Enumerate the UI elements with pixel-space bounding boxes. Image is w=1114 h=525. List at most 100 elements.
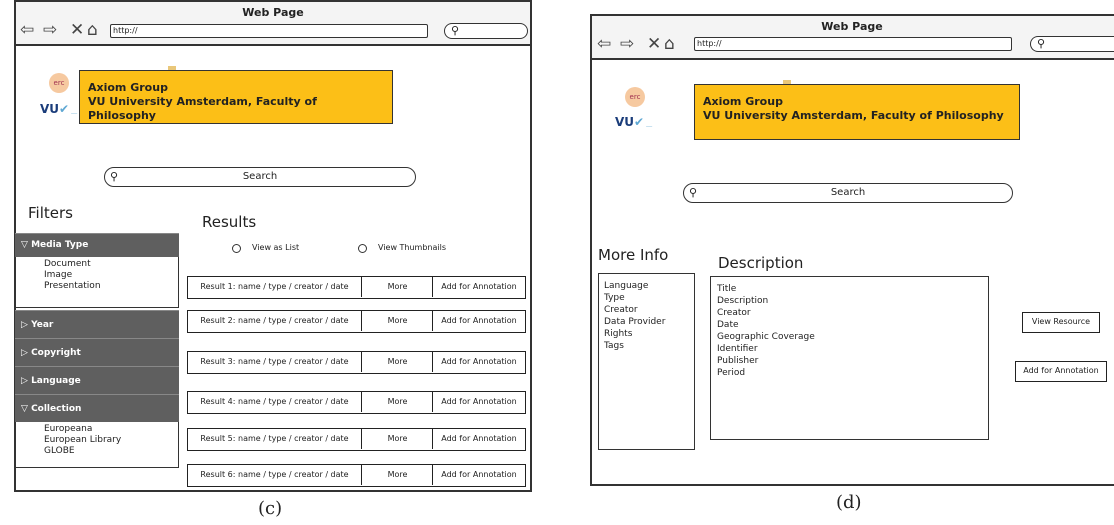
triangle-down-icon: ▽: [21, 404, 28, 414]
result-row: Result 1: name / type / creator / date Mo…: [187, 276, 526, 299]
griffin-icon: ✔: [634, 115, 645, 129]
more-info-item: Tags: [604, 341, 624, 351]
filter-language[interactable]: ▷ Language: [15, 366, 179, 394]
results-title: Results: [202, 213, 257, 231]
description-item: Identifier: [717, 344, 758, 354]
more-button[interactable]: More: [361, 311, 433, 331]
banner-line1: Axiom Group: [703, 95, 783, 108]
search-icon: ⚲: [689, 186, 698, 199]
add-for-annotation-button[interactable]: Add for Annotation: [432, 429, 525, 449]
view-list-radio[interactable]: [232, 244, 241, 253]
description-item: Period: [717, 368, 746, 378]
result-label[interactable]: Result 5: name / type / creator / date: [188, 429, 361, 449]
filters-title: Filters: [28, 204, 73, 222]
filter-media-type[interactable]: ▽ Media Type: [15, 233, 179, 257]
forward-icon[interactable]: ⇨: [43, 21, 57, 39]
search-label: Search: [830, 187, 866, 198]
forward-icon[interactable]: ⇨: [620, 35, 634, 53]
add-for-annotation-button[interactable]: Add for Annotation: [432, 311, 525, 331]
result-label[interactable]: Result 3: name / type / creator / date: [188, 352, 361, 372]
griffin-icon: ✔: [59, 102, 70, 116]
mockup-d-window-title: Web Page: [821, 20, 883, 33]
banner-line2: VU University Amsterdam, Faculty of Phil…: [703, 109, 1004, 122]
more-button[interactable]: More: [361, 465, 433, 485]
search-icon: ⚲: [1037, 37, 1046, 50]
filter-copyright[interactable]: ▷ Copyright: [15, 338, 179, 366]
more-info-item: Data Provider: [604, 317, 666, 327]
media-option[interactable]: Image: [44, 270, 178, 281]
caption-c: (c): [258, 498, 283, 519]
filter-year[interactable]: ▷ Year: [15, 310, 179, 338]
vu-logo-text: VU: [40, 102, 60, 116]
collection-option[interactable]: GLOBE: [44, 446, 178, 457]
more-button[interactable]: More: [361, 352, 433, 372]
search-icon: ⚲: [110, 170, 119, 183]
description-item: Description: [717, 296, 769, 306]
search-label: Search: [242, 171, 278, 182]
home-icon[interactable]: ⌂: [664, 35, 675, 53]
collection-options: Europeana European Library GLOBE: [15, 422, 179, 468]
erc-logo-text: erc: [629, 93, 641, 101]
description-item: Creator: [717, 308, 751, 318]
media-option[interactable]: Presentation: [44, 281, 178, 292]
description-panel: Title Description Creator Date Geographi…: [710, 276, 989, 440]
vu-logo: VU✔ ___: [40, 102, 77, 116]
more-button[interactable]: More: [361, 277, 433, 297]
result-label[interactable]: Result 2: name / type / creator / date: [188, 311, 361, 331]
collection-option[interactable]: European Library: [44, 435, 178, 446]
add-for-annotation-button[interactable]: Add for Annotation: [432, 352, 525, 372]
description-item: Date: [717, 320, 739, 330]
url-field[interactable]: http://: [110, 24, 428, 38]
back-icon[interactable]: ⇦: [597, 35, 611, 53]
result-row: Result 4: name / type / creator / date Mo…: [187, 391, 526, 414]
add-for-annotation-button[interactable]: Add for Annotation: [432, 392, 525, 412]
stop-icon[interactable]: ✕: [70, 21, 84, 39]
main-search-bar[interactable]: ⚲ Search: [104, 167, 416, 187]
vu-logo: VU✔ ___: [615, 115, 652, 129]
browser-search-field[interactable]: ⚲: [444, 23, 528, 39]
caption-d: (d): [836, 492, 862, 513]
mockup-c-window-title: Web Page: [242, 6, 304, 19]
media-option[interactable]: Document: [44, 259, 178, 270]
more-info-item: Creator: [604, 305, 638, 315]
description-title: Description: [718, 254, 804, 272]
more-info-item: Rights: [604, 329, 633, 339]
result-label[interactable]: Result 1: name / type / creator / date: [188, 277, 361, 297]
view-list-label: View as List: [252, 243, 300, 252]
more-info-item: Type: [604, 293, 625, 303]
banner-line1: Axiom Group: [88, 81, 168, 94]
more-button[interactable]: More: [361, 429, 433, 449]
triangle-right-icon: ▷: [21, 376, 28, 386]
more-info-item: Language: [604, 281, 649, 291]
banner: Axiom Group VU University Amsterdam, Fac…: [79, 70, 393, 124]
add-for-annotation-button[interactable]: Add for Annotation: [432, 277, 525, 297]
triangle-right-icon: ▷: [21, 320, 28, 330]
description-item: Title: [717, 284, 737, 294]
result-label[interactable]: Result 4: name / type / creator / date: [188, 392, 361, 412]
add-for-annotation-button[interactable]: Add for Annotation: [1015, 361, 1107, 382]
media-type-options: Document Image Presentation: [15, 257, 179, 308]
result-row: Result 2: name / type / creator / date Mo…: [187, 310, 526, 333]
more-info-title: More Info: [598, 246, 669, 264]
banner: Axiom Group VU University Amsterdam, Fac…: [694, 84, 1020, 140]
view-thumbnails-label: View Thumbnails: [378, 243, 447, 252]
url-field[interactable]: http://: [694, 37, 1012, 51]
main-search-bar[interactable]: ⚲ Search: [683, 183, 1013, 203]
search-icon: ⚲: [451, 24, 460, 37]
result-row: Result 3: name / type / creator / date Mo…: [187, 351, 526, 374]
banner-line2: VU University Amsterdam, Faculty of Phil…: [88, 95, 317, 122]
stop-icon[interactable]: ✕: [647, 35, 661, 53]
view-resource-button[interactable]: View Resource: [1022, 312, 1100, 333]
result-label[interactable]: Result 6: name / type / creator / date: [188, 465, 361, 485]
more-button[interactable]: More: [361, 392, 433, 412]
triangle-down-icon: ▽: [21, 240, 28, 250]
back-icon[interactable]: ⇦: [20, 21, 34, 39]
description-item: Publisher: [717, 356, 759, 366]
filter-collection[interactable]: ▽ Collection: [15, 394, 179, 422]
home-icon[interactable]: ⌂: [87, 21, 98, 39]
view-thumbnails-radio[interactable]: [358, 244, 367, 253]
collection-option[interactable]: Europeana: [44, 424, 178, 435]
add-for-annotation-button[interactable]: Add for Annotation: [432, 465, 525, 485]
result-row: Result 6: name / type / creator / date Mo…: [187, 464, 526, 487]
browser-search-field[interactable]: ⚲: [1030, 36, 1114, 52]
